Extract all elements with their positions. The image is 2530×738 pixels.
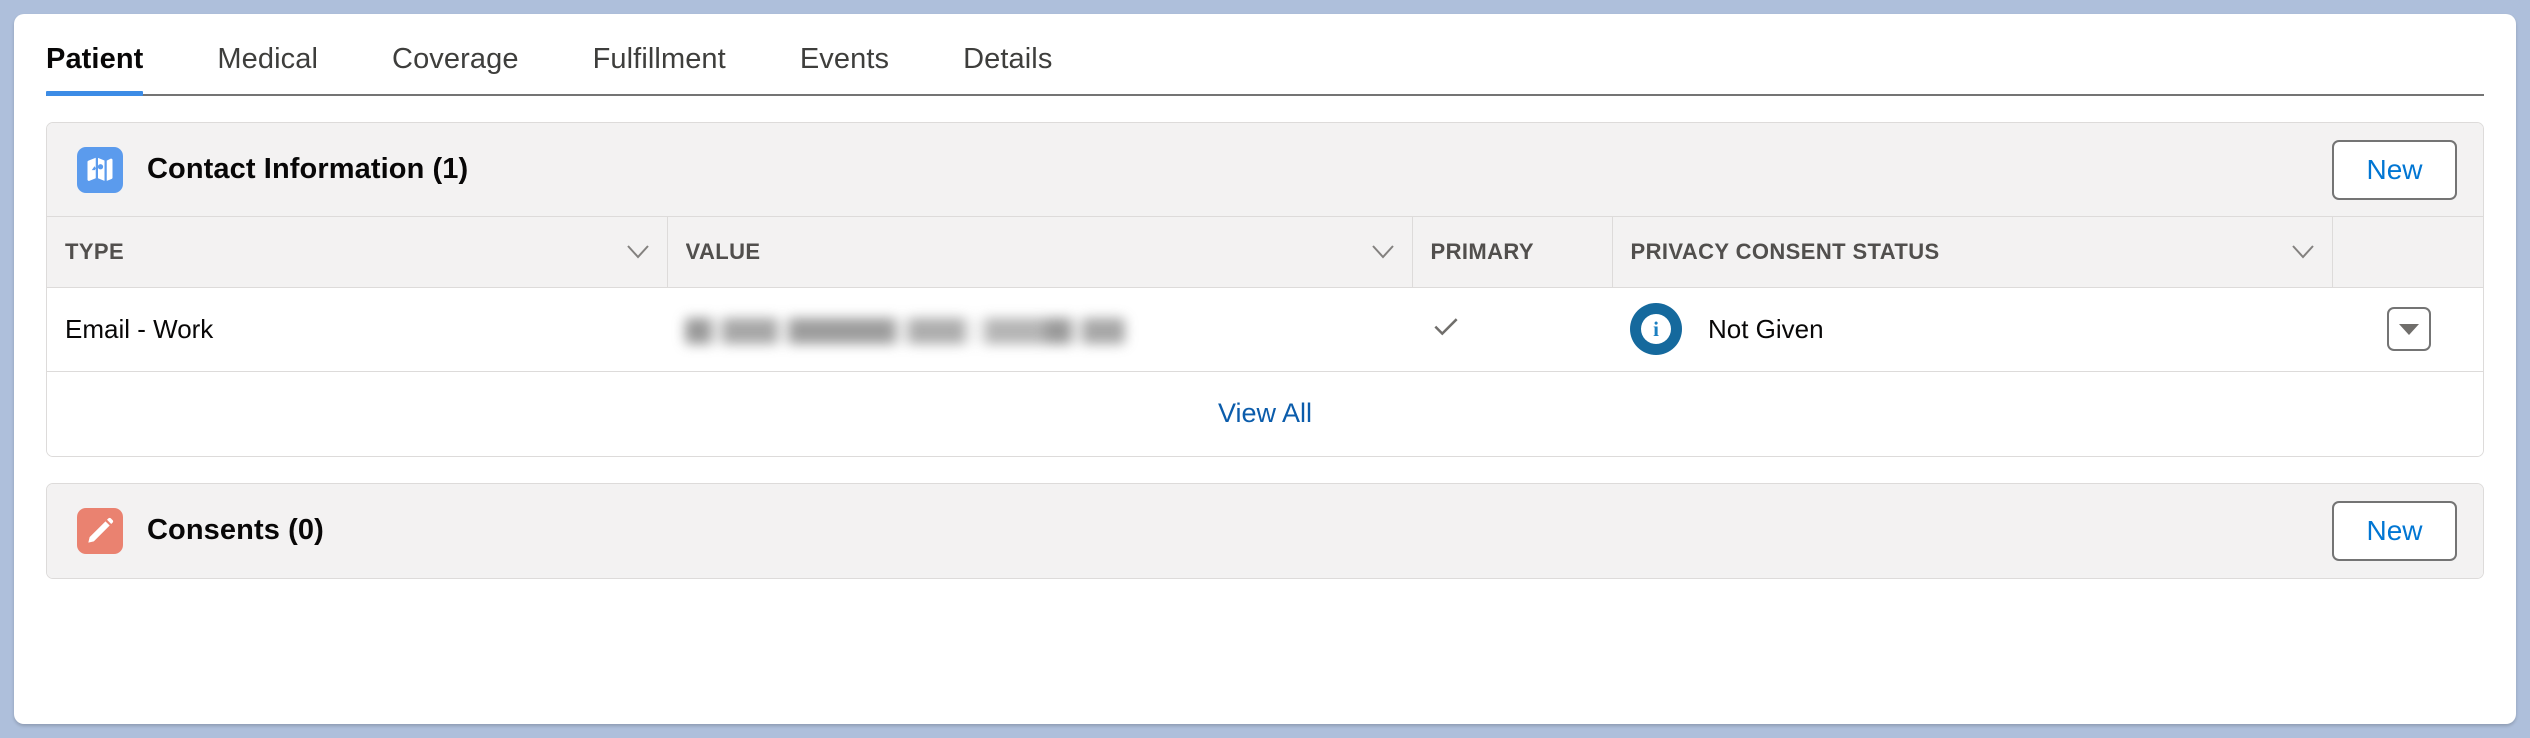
cell-row-actions	[2332, 287, 2483, 372]
chevron-down-icon[interactable]	[626, 239, 649, 265]
tab-coverage[interactable]: Coverage	[392, 43, 519, 94]
record-tab-bar: Patient Medical Coverage Fulfillment Eve…	[46, 14, 2484, 96]
tab-fulfillment[interactable]: Fulfillment	[593, 43, 726, 94]
card-title: Consents (0)	[147, 514, 324, 546]
chevron-down-icon[interactable]	[2291, 239, 2314, 265]
row-actions-menu-button[interactable]	[2386, 307, 2431, 351]
new-contact-button[interactable]: New	[2332, 139, 2457, 200]
contact-information-header: Contact Information (1) New	[47, 123, 2483, 217]
column-header-actions	[2332, 217, 2483, 288]
tab-medical[interactable]: Medical	[217, 43, 318, 94]
record-page: Patient Medical Coverage Fulfillment Eve…	[14, 14, 2516, 724]
table-row[interactable]: Email - Work i Not Given	[47, 287, 2483, 372]
consents-header: Consents (0) New	[47, 483, 2483, 578]
table-header: TYPE VALUE PRIMARY PRIVACY CONSENT STATU…	[47, 217, 2483, 288]
check-icon	[1430, 317, 1462, 348]
new-consent-button[interactable]: New	[2332, 500, 2457, 561]
column-header-value[interactable]: VALUE	[667, 217, 1413, 288]
cell-type: Email - Work	[47, 287, 667, 372]
cell-value	[667, 287, 1412, 372]
tab-details[interactable]: Details	[963, 43, 1052, 94]
column-header-primary[interactable]: PRIMARY	[1412, 217, 1613, 288]
pencil-icon	[77, 507, 123, 554]
map-icon	[77, 146, 123, 193]
tab-patient[interactable]: Patient	[46, 43, 144, 96]
cell-privacy-consent-status: i Not Given	[1612, 287, 2332, 372]
contact-information-card: Contact Information (1) New TYPE VALUE P…	[46, 122, 2484, 457]
info-icon-glyph: i	[1641, 314, 1671, 344]
column-label: PRIVACY CONSENT STATUS	[1630, 238, 1940, 264]
column-header-type[interactable]: TYPE	[47, 217, 668, 288]
column-label: PRIMARY	[1430, 238, 1534, 264]
column-label: TYPE	[65, 238, 125, 264]
consent-status-text: Not Given	[1708, 313, 1824, 344]
consents-card: Consents (0) New	[46, 482, 2484, 579]
info-icon[interactable]: i	[1630, 303, 1682, 355]
view-all-link[interactable]: View All	[1218, 398, 1312, 429]
table-header-row: TYPE VALUE PRIMARY PRIVACY CONSENT STATU…	[47, 217, 2483, 288]
chevron-down-icon[interactable]	[1371, 239, 1394, 265]
contact-information-table: TYPE VALUE PRIMARY PRIVACY CONSENT STATU…	[47, 217, 2483, 372]
table-body: Email - Work i Not Given	[47, 287, 2483, 372]
contact-information-footer: View All	[47, 371, 2483, 456]
cell-primary	[1412, 287, 1612, 372]
column-header-privacy-consent-status[interactable]: PRIVACY CONSENT STATUS	[1612, 217, 2333, 288]
redacted-email-value	[685, 317, 1125, 344]
card-title: Contact Information (1)	[147, 153, 469, 185]
tab-events[interactable]: Events	[800, 43, 889, 94]
column-label: VALUE	[685, 238, 761, 264]
